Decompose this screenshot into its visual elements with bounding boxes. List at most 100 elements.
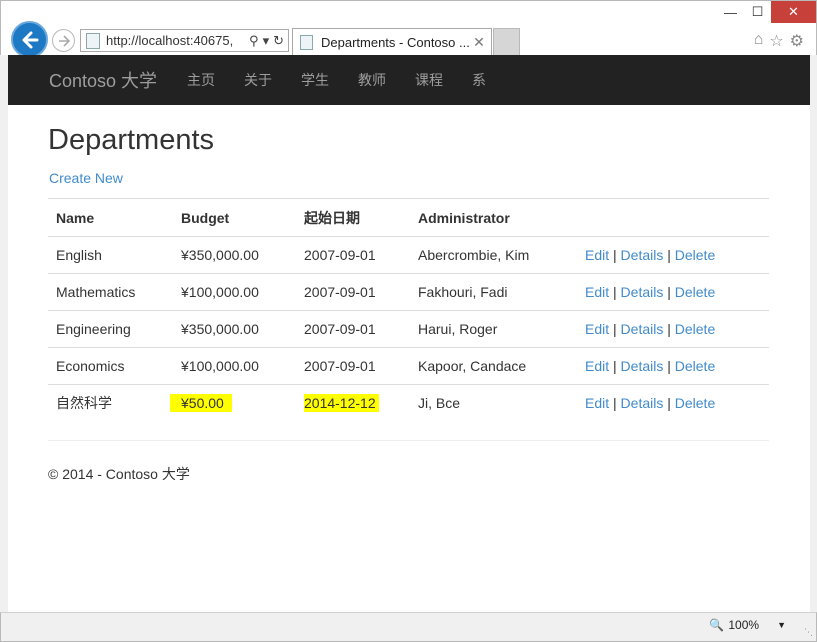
- cell-actions: Edit | Details | Delete: [577, 236, 769, 274]
- forward-button[interactable]: [52, 29, 75, 52]
- table-row: Engineering ¥350,000.00 2007-09-01 Harui…: [48, 310, 769, 348]
- cell-actions: Edit | Details | Delete: [577, 385, 769, 422]
- separator: |: [613, 395, 617, 412]
- edit-link[interactable]: Edit: [585, 395, 609, 411]
- nav-item-about[interactable]: 关于: [244, 70, 272, 90]
- footer-copyright: © 2014 - Contoso 大学: [48, 466, 190, 482]
- site-brand[interactable]: Contoso 大学: [49, 67, 157, 93]
- dropdown-icon[interactable]: ▾: [263, 33, 270, 49]
- edit-link[interactable]: Edit: [585, 284, 609, 300]
- page-icon: [86, 32, 100, 49]
- cell-budget: ¥100,000.00: [173, 347, 296, 385]
- tab-close-icon[interactable]: ✕: [471, 34, 487, 51]
- table-row: 自然科学 ¥50.00 2014-12-12 Ji, Bce Edit | De…: [48, 385, 769, 422]
- cell-start-date: 2007-09-01: [296, 273, 410, 311]
- divider: [48, 440, 769, 441]
- header-start-date: 起始日期: [296, 198, 410, 237]
- cell-actions: Edit | Details | Delete: [577, 310, 769, 348]
- edit-link[interactable]: Edit: [585, 247, 609, 263]
- table-row: Economics ¥100,000.00 2007-09-01 Kapoor,…: [48, 347, 769, 385]
- separator: |: [667, 358, 671, 374]
- nav-item-courses[interactable]: 课程: [415, 70, 443, 90]
- edit-link[interactable]: Edit: [585, 321, 609, 337]
- cell-budget: ¥350,000.00: [173, 236, 296, 274]
- delete-link[interactable]: Delete: [675, 321, 715, 337]
- maximize-icon[interactable]: ☐: [744, 1, 771, 23]
- nav-item-home[interactable]: 主页: [187, 70, 215, 90]
- highlighted-start-date: 2014-12-12: [304, 394, 379, 413]
- header-name: Name: [48, 198, 173, 237]
- separator: |: [667, 321, 671, 337]
- cell-administrator: Harui, Roger: [410, 310, 577, 348]
- zoom-icon: 🔍: [709, 618, 725, 632]
- cell-actions: Edit | Details | Delete: [577, 273, 769, 311]
- cell-actions: Edit | Details | Delete: [577, 347, 769, 385]
- delete-link[interactable]: Delete: [675, 358, 715, 374]
- cell-administrator: Ji, Bce: [418, 395, 461, 412]
- back-button[interactable]: [11, 21, 48, 58]
- edit-link[interactable]: Edit: [585, 358, 609, 374]
- home-icon[interactable]: ⌂: [754, 31, 764, 51]
- cell-start-date: 2007-09-01: [296, 347, 410, 385]
- status-bar: 🔍 100% ▼ ⋱: [0, 612, 817, 642]
- cell-administrator: Abercrombie, Kim: [410, 236, 577, 274]
- url-text[interactable]: http://localhost:40675,: [106, 33, 249, 48]
- separator: |: [613, 284, 617, 300]
- details-link[interactable]: Details: [621, 395, 664, 411]
- address-bar[interactable]: http://localhost:40675, ⚲ ▾ ↻: [80, 29, 289, 52]
- cell-budget: ¥350,000.00: [173, 310, 296, 348]
- back-arrow-icon: [22, 31, 38, 48]
- header-administrator: Administrator: [410, 198, 577, 237]
- cell-budget: ¥50.00: [170, 385, 296, 422]
- departments-table: Name Budget 起始日期 Administrator English ¥…: [48, 198, 769, 422]
- separator: |: [613, 358, 617, 374]
- details-link[interactable]: Details: [621, 321, 664, 337]
- separator: |: [613, 247, 617, 263]
- cell-administrator: Kapoor, Candace: [410, 347, 577, 385]
- delete-link[interactable]: Delete: [675, 284, 715, 300]
- separator: |: [667, 247, 671, 263]
- cell-start-date: 2007-09-01: [296, 236, 410, 274]
- close-window-icon[interactable]: ✕: [771, 1, 816, 23]
- cell-start-date: 2007-09-01: [296, 310, 410, 348]
- delete-link[interactable]: Delete: [675, 395, 715, 411]
- settings-gear-icon[interactable]: ⚙: [790, 31, 804, 51]
- nav-item-instructors[interactable]: 教师: [358, 70, 386, 90]
- zoom-control[interactable]: 🔍 100% ▼: [709, 618, 786, 632]
- separator: |: [667, 284, 671, 300]
- forward-arrow-icon: [58, 34, 70, 47]
- details-link[interactable]: Details: [621, 284, 664, 300]
- header-actions: [577, 198, 769, 237]
- create-new-link[interactable]: Create New: [49, 170, 123, 186]
- cell-start-date: 2014-12-12: [296, 385, 410, 422]
- separator: |: [667, 395, 671, 412]
- delete-link[interactable]: Delete: [675, 247, 715, 263]
- search-icon[interactable]: ⚲: [249, 33, 259, 49]
- cell-name: Mathematics: [48, 273, 173, 311]
- minimize-icon[interactable]: —: [717, 1, 744, 23]
- details-link[interactable]: Details: [621, 247, 664, 263]
- cell-name: 自然科学: [56, 395, 112, 412]
- browser-tab[interactable]: Departments - Contoso ... ✕: [292, 28, 492, 56]
- header-budget: Budget: [173, 198, 296, 237]
- refresh-icon[interactable]: ↻: [273, 33, 284, 49]
- resize-grip-icon[interactable]: ⋱: [804, 627, 813, 638]
- window-controls: — ☐ ✕: [717, 1, 816, 23]
- cell-name: Economics: [48, 347, 173, 385]
- nav-item-departments[interactable]: 系: [472, 70, 486, 90]
- chevron-down-icon[interactable]: ▼: [777, 620, 786, 630]
- nav-item-students[interactable]: 学生: [301, 70, 329, 90]
- browser-chrome: — ☐ ✕ http://localhost:40675, ⚲ ▾ ↻ Depa…: [0, 0, 817, 58]
- new-tab-button[interactable]: [493, 28, 520, 56]
- favorites-star-icon[interactable]: ☆: [769, 31, 783, 51]
- highlighted-budget: ¥50.00: [170, 394, 232, 413]
- tab-title: Departments - Contoso ...: [321, 35, 470, 50]
- tab-page-icon: [300, 35, 313, 50]
- details-link[interactable]: Details: [621, 358, 664, 374]
- cell-name: Engineering: [48, 310, 173, 348]
- table-header-row: Name Budget 起始日期 Administrator: [48, 198, 769, 237]
- cell-budget: ¥100,000.00: [173, 273, 296, 311]
- table-row: Mathematics ¥100,000.00 2007-09-01 Fakho…: [48, 273, 769, 311]
- zoom-level: 100%: [728, 618, 760, 632]
- table-row: English ¥350,000.00 2007-09-01 Abercromb…: [48, 236, 769, 274]
